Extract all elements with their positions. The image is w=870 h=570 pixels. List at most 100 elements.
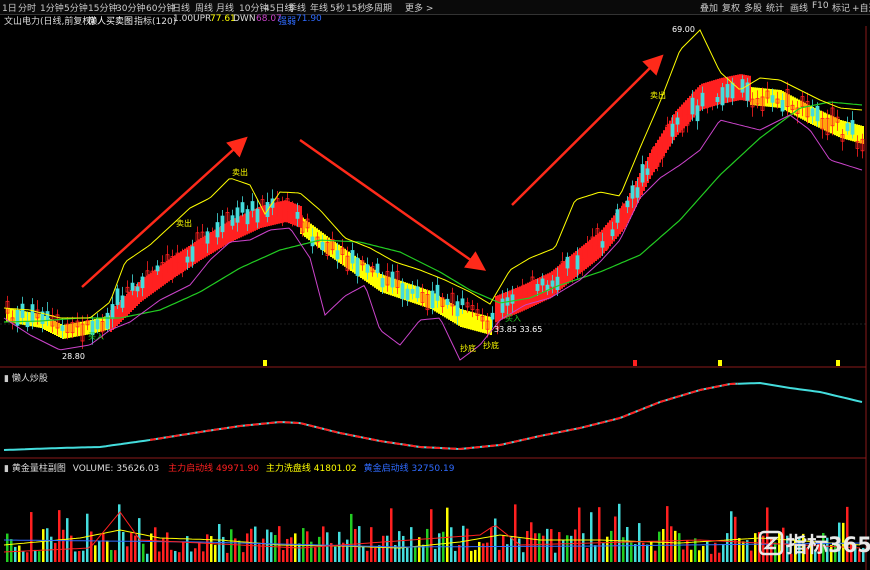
volume-bar (566, 535, 569, 562)
band-segment (613, 215, 615, 242)
volume-bar (382, 535, 385, 562)
volume-bar (154, 527, 157, 562)
candle-body (635, 187, 640, 198)
candle-body (715, 97, 720, 103)
candle-body (550, 280, 555, 287)
tool-button-2[interactable]: 多股 (744, 1, 762, 14)
volume-bar (402, 535, 405, 562)
candle-body (610, 229, 615, 237)
period-tab-3[interactable]: 5分钟 (64, 1, 88, 14)
candle-body (400, 283, 405, 299)
dwn-label: DWN (233, 14, 256, 24)
period-tab-5[interactable]: 30分钟 (116, 1, 145, 14)
candle-body (780, 100, 785, 112)
period-tab-2[interactable]: 1分钟 (40, 1, 64, 14)
volume-bar (82, 550, 85, 562)
volume-bar (702, 545, 705, 562)
volume-bar (654, 550, 657, 562)
candle-body (30, 304, 35, 323)
period-tab-0[interactable]: 1日 (2, 1, 17, 14)
candle-body (350, 250, 355, 264)
candle-body (230, 215, 235, 226)
volume-bar (410, 527, 413, 562)
volume-bar (130, 532, 133, 562)
tool-button-5[interactable]: F10 (812, 1, 829, 11)
period-tab-12[interactable]: 季线 (288, 1, 306, 14)
signal-marker (836, 360, 840, 366)
volume-bar (390, 508, 393, 562)
volume-bar (246, 533, 249, 562)
volume-bar (322, 526, 325, 562)
candle-body (130, 282, 135, 291)
line1-value: 49971.90 (216, 464, 259, 474)
candle-body (500, 298, 505, 313)
volume-bar (746, 540, 749, 562)
candle-body (565, 256, 570, 269)
volume-bar (698, 550, 701, 562)
volume-bar (38, 551, 41, 562)
tool-button-3[interactable]: 统计 (766, 1, 784, 14)
indicator-name[interactable]: 懒人买卖图 (88, 14, 133, 27)
period-tab-16[interactable]: 多周期 (365, 1, 392, 14)
volume-bar (338, 531, 341, 562)
candle-body (20, 303, 25, 318)
volume-bar (190, 551, 193, 562)
candle-body (205, 231, 210, 244)
line2-value: 41801.02 (313, 464, 357, 474)
mid-value: 71.90 (296, 14, 322, 24)
volume-bar (238, 540, 241, 562)
period-tab-15[interactable]: 15秒 (346, 1, 366, 14)
period-tab-9[interactable]: 月线 (216, 1, 234, 14)
period-tab-7[interactable]: 日线 (172, 1, 190, 14)
band-segment (118, 302, 120, 324)
bottom-signal-2: 抄底 (483, 341, 499, 350)
chart-canvas[interactable] (0, 0, 870, 570)
tool-button-7[interactable]: +自选 (852, 1, 870, 14)
volume-bar (466, 528, 469, 562)
volume-bar (602, 542, 605, 562)
panel2-title: ▮ 懒人炒股 (4, 374, 48, 384)
volume-bar (262, 538, 265, 562)
volume-bar (142, 543, 145, 562)
volume-bar (54, 542, 57, 562)
stock-name[interactable]: 文山电力(日线,前复权) (4, 14, 95, 27)
candle-body (770, 95, 775, 103)
line2-label: 主力洗盘线 (265, 464, 311, 474)
period-tab-13[interactable]: 年线 (310, 1, 328, 14)
period-tab-8[interactable]: 周线 (195, 1, 213, 14)
volume-bar (122, 531, 125, 562)
volume-bar (374, 547, 377, 562)
volume-bar (102, 533, 105, 562)
tool-button-4[interactable]: 画线 (790, 1, 808, 14)
volume-bar (114, 550, 117, 562)
tool-button-6[interactable]: 标记 (832, 1, 850, 14)
band-segment (535, 279, 537, 305)
volume-bar (218, 524, 221, 562)
tool-button-1[interactable]: 复权 (722, 1, 740, 14)
candle-body (250, 201, 255, 211)
volume-bar (658, 531, 661, 562)
mid-price-label: 33.85 33.65 (494, 325, 543, 334)
tool-button-0[interactable]: 叠加 (700, 1, 718, 14)
volume-bar (326, 532, 329, 562)
volume-bar (498, 549, 501, 562)
candle-body (670, 123, 675, 137)
candle-body (60, 325, 65, 331)
volume-bar (750, 550, 753, 562)
volume-bar (610, 530, 613, 562)
volume-bar (314, 547, 317, 562)
volume-bar (590, 512, 593, 562)
period-tab-4[interactable]: 15分钟 (88, 1, 117, 14)
line3-value: 32750.19 (411, 464, 455, 474)
candle-body (295, 211, 300, 219)
period-tab-14[interactable]: 5秒 (330, 1, 345, 14)
volume-bar (674, 530, 677, 562)
volume-bar (46, 528, 49, 562)
volume-bar (182, 541, 185, 562)
bottom-signal-1: 抄底 (460, 344, 476, 353)
period-tab-1[interactable]: 分时 (18, 1, 36, 14)
buy-signal-2: 买入 (505, 314, 521, 323)
volume-bar (682, 549, 685, 562)
volume-bar (66, 518, 69, 562)
period-tab-17[interactable]: 更多 > (405, 1, 433, 14)
